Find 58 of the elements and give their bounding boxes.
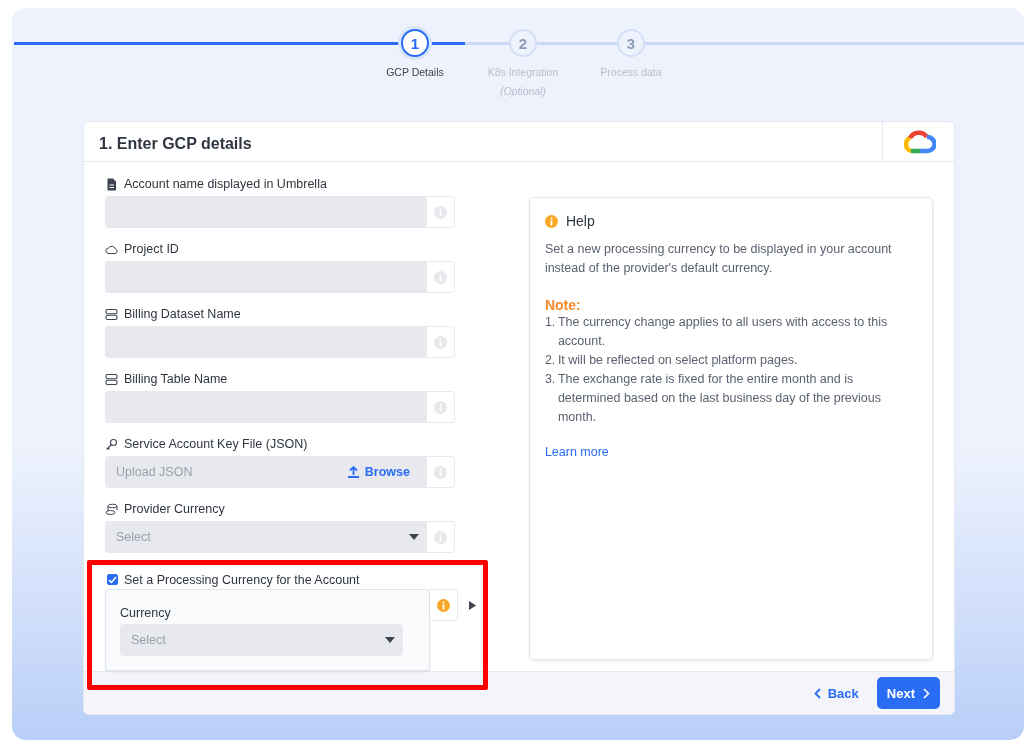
note-number: 3.: [544, 371, 557, 389]
caret-icon: [409, 534, 419, 541]
checkbox[interactable]: [107, 574, 118, 586]
info-button[interactable]: [427, 456, 455, 489]
info-icon: [434, 400, 447, 414]
check-icon: [108, 575, 117, 584]
chevron-left-icon: [813, 687, 821, 699]
database-icon: [105, 307, 118, 321]
info-button[interactable]: [430, 589, 458, 622]
info-icon: [434, 530, 447, 544]
info-icon: [434, 270, 447, 284]
info-icon: [544, 214, 558, 228]
info-icon: [434, 465, 447, 479]
info-icon: [434, 205, 447, 219]
coins-icon: [105, 502, 118, 516]
learn-more-link[interactable]: Learn more: [544, 445, 609, 460]
note-title: Note:: [544, 297, 582, 314]
key-icon: [105, 437, 118, 451]
field-label: Service Account Key File (JSON): [124, 437, 308, 452]
browse-button[interactable]: Browse: [346, 465, 410, 480]
field-label: Account name displayed in Umbrella: [124, 177, 327, 192]
info-button[interactable]: [427, 326, 455, 359]
help-title: Help: [565, 213, 595, 230]
info-icon: [434, 335, 447, 349]
next-button[interactable]: Next: [876, 677, 940, 710]
database-icon: [105, 372, 118, 386]
card-title: 1. Enter GCP details: [98, 134, 253, 154]
document-icon: [105, 177, 118, 191]
step-circle[interactable]: 2: [509, 29, 537, 57]
info-button[interactable]: [427, 196, 455, 229]
select-dropdown[interactable]: Select: [105, 521, 427, 554]
upload-field[interactable]: Upload JSON Browse: [105, 456, 427, 489]
note-text: It will be reflected on select platform pages.: [557, 352, 799, 370]
back-button[interactable]: Back: [813, 681, 859, 705]
field-label: Currency: [120, 606, 172, 621]
cloud-logo-icon: [901, 128, 936, 155]
field-label: Project ID: [124, 242, 179, 257]
step-circle[interactable]: 1: [401, 29, 429, 57]
note-number: 1.: [544, 314, 557, 332]
info-button[interactable]: [427, 521, 455, 554]
triangle-right-icon: [469, 601, 476, 611]
help-text: Set a new processing currency to be displayed in your account instead of the provider's default currency.: [544, 241, 893, 278]
select-dropdown[interactable]: Select: [120, 624, 403, 657]
field-label: Billing Table Name: [124, 372, 228, 387]
note-number: 2.: [544, 352, 557, 370]
step-circle[interactable]: 3: [617, 29, 645, 57]
info-icon: [437, 598, 450, 612]
info-button[interactable]: [427, 391, 455, 424]
step-label: GCP Details: [386, 66, 444, 78]
note-text: The exchange rate is fixed for the entire month and is determined based on the last business day of the previous month.: [557, 371, 882, 427]
field-label: Billing Dataset Name: [124, 307, 241, 322]
note-text: The currency change applies to all users with access to this account.: [557, 314, 889, 351]
checkbox-label: Set a Processing Currency for the Account: [124, 572, 360, 587]
field-label: Provider Currency: [124, 502, 225, 517]
caret-icon: [385, 637, 395, 644]
info-button[interactable]: [427, 261, 455, 294]
chevron-right-icon: [923, 687, 930, 699]
upload-icon: [346, 466, 360, 479]
